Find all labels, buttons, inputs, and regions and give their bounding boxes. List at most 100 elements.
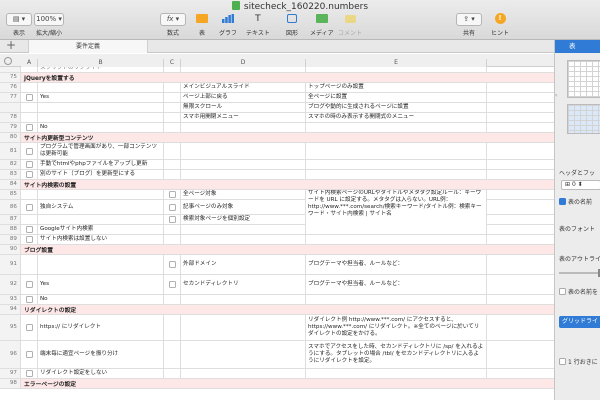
checkbox[interactable]	[25, 281, 33, 288]
checkbox[interactable]	[25, 370, 33, 377]
cell-c	[164, 83, 181, 92]
column-header-e[interactable]: E	[306, 59, 487, 67]
share-button[interactable]: ⇪ ▾ 共有	[456, 13, 482, 37]
row-number: 93	[0, 295, 21, 304]
section-header-row[interactable]: 84 サイト内検索の設置	[0, 180, 554, 190]
checkbox[interactable]	[25, 236, 33, 243]
cell-c	[164, 235, 181, 244]
column-header-c[interactable]: C	[164, 59, 181, 67]
table-name-checkbox[interactable]: 表の名前	[559, 197, 592, 206]
section-header-row[interactable]: 75 jQueryを設置する	[0, 73, 554, 83]
zoom-button[interactable]: 100% ▾ 拡大/縮小	[34, 13, 64, 37]
checkbox[interactable]	[168, 261, 176, 268]
add-sheet-icon[interactable]: +	[6, 38, 16, 52]
checkbox[interactable]	[25, 203, 33, 211]
section-header-row[interactable]: 94 リダイレクトの設定	[0, 305, 554, 315]
table-row[interactable]: 83 別のサイト（ブログ）を更新型にする	[0, 170, 554, 180]
section-header-row[interactable]: 80 サイト内更新型コンテンツ	[0, 133, 554, 143]
checkbox[interactable]	[168, 191, 176, 198]
cell-c	[164, 93, 181, 102]
cell-d	[181, 170, 306, 179]
window-toolbar: sitecheck_160220.numbers ▤ ▾ 表示 100% ▾ 拡…	[0, 0, 600, 40]
table-row[interactable]: 79 No	[0, 123, 554, 133]
section-header-row[interactable]: 98 エラーページの設定	[0, 379, 554, 389]
spreadsheet[interactable]: A B C D E スクリプトのリフライト 75 jQueryを設置する 76 メイン…	[0, 54, 554, 400]
cell-c	[164, 255, 181, 274]
formula-button[interactable]: fx ▾ 数式	[160, 13, 186, 37]
cell-c	[164, 341, 181, 368]
comment-button[interactable]: コメント	[338, 13, 362, 37]
cell-b	[38, 255, 164, 274]
column-header-d[interactable]: D	[181, 59, 306, 67]
media-button[interactable]: メディア	[310, 13, 334, 37]
inspector-tab-table[interactable]: 表	[555, 40, 600, 53]
checkbox[interactable]	[25, 324, 33, 331]
table-style-thumbnail[interactable]	[567, 60, 600, 98]
cell-d: 記事ページのみ対象	[181, 200, 306, 214]
cell-c	[164, 123, 181, 132]
table-row[interactable]: 82 手動でhtmlやphpファイルをアップし更新	[0, 160, 554, 170]
table-row[interactable]: 78 スマホ用開閉メニュー スマホの時のみ表示する開閉式のメニュー	[0, 113, 554, 123]
section-title: リダイレクトの設定	[24, 308, 77, 314]
hint-button[interactable]: ! ヒント	[490, 13, 510, 37]
checkbox[interactable]	[25, 171, 33, 178]
table-row[interactable]: 77 Yes ページ上部に戻る 全ページに設置	[0, 93, 554, 103]
cell-e: ブログテーマや担当者、ルールなど：	[306, 275, 487, 294]
outline-slider[interactable]	[559, 269, 600, 277]
table-name-outline-checkbox[interactable]: 表の名前を	[559, 287, 598, 296]
table-select-handle[interactable]	[4, 57, 12, 65]
chevron-left-icon[interactable]: ‹	[555, 92, 559, 99]
table-row[interactable]: 92 Yes セカンドディレクトリ ブログテーマや担当者、ルールなど：	[0, 275, 554, 295]
cell-d	[181, 225, 306, 234]
table-row[interactable]: 76 メインビジュアルスライド トップページのみ設置	[0, 83, 554, 93]
checkbox[interactable]	[25, 124, 33, 131]
checkbox[interactable]	[25, 296, 33, 303]
column-header-a[interactable]: A	[21, 59, 38, 67]
cell-d	[181, 235, 306, 244]
section-header-row[interactable]: 90 ブログ設置	[0, 245, 554, 255]
table-row[interactable]: 96 端末毎に適宜ページを振り分け スマホでアクセスをした時、セカンドディレクトリに…	[0, 341, 554, 369]
cell-c	[164, 190, 181, 199]
table-row[interactable]: 85 全ページ対象 サイト内検索ページのURLやタイトルやメタタグ設定ルール：キーワ…	[0, 190, 554, 230]
text-button[interactable]: T テキスト	[246, 13, 270, 37]
checkbox[interactable]	[168, 216, 176, 223]
cell-a	[21, 369, 38, 378]
sheet-tab-active[interactable]: 要件定義	[28, 40, 148, 53]
row-number: 77	[0, 93, 21, 102]
table-row[interactable]: 89 サイト内検索は設置しない	[0, 235, 554, 245]
table-row[interactable]: 91 外部ドメイン ブログテーマや担当者、ルールなど：	[0, 255, 554, 275]
cell-c	[164, 275, 181, 294]
table-style-thumbnail-blue[interactable]	[567, 104, 600, 134]
checkbox[interactable]	[25, 226, 33, 233]
column-header-b[interactable]: B	[38, 59, 164, 67]
shape-button[interactable]: 図形	[282, 13, 302, 37]
table-row[interactable]: 無限スクロール ブログや動的に生成されるページに設置	[0, 103, 554, 113]
cell-b	[38, 103, 164, 112]
gridlines-button[interactable]: グリッドライ	[559, 316, 600, 328]
checkbox[interactable]	[25, 351, 33, 358]
cell-b: Yes	[38, 275, 164, 294]
checkbox[interactable]	[25, 161, 33, 168]
row-number: 97	[0, 369, 21, 378]
view-button[interactable]: ▤ ▾ 表示	[6, 13, 32, 37]
header-rows-select[interactable]: ⊞ 0 ⬍	[561, 180, 600, 190]
cell-e: トップページのみ設置	[306, 83, 487, 92]
cell-d: スマホ用開閉メニュー	[181, 113, 306, 122]
checkbox[interactable]	[25, 94, 33, 101]
table-row[interactable]: 97 リダイレクト設定をしない	[0, 369, 554, 379]
table-row[interactable]: 95 https:// にリダイレクト リダイレクト例 http://www.***…	[0, 315, 554, 341]
checkbox[interactable]	[168, 203, 176, 211]
cell-d: 全ページ対象	[181, 190, 306, 199]
table-button[interactable]: 表	[192, 13, 212, 37]
table-row[interactable]: 81 プログラムで管理画面があり、一部コンテンツは更新可能	[0, 143, 554, 160]
table-row[interactable]: 93 No	[0, 295, 554, 305]
checkbox[interactable]	[168, 281, 176, 288]
chart-button[interactable]: グラフ	[218, 13, 238, 37]
cell-c	[164, 200, 181, 214]
checkbox[interactable]	[25, 147, 33, 155]
cell-e	[306, 295, 487, 304]
alternate-rows-checkbox[interactable]: 1 行おきに	[559, 357, 598, 366]
cell-a	[21, 275, 38, 294]
row-number: 98	[0, 379, 21, 388]
cell-a	[21, 170, 38, 179]
